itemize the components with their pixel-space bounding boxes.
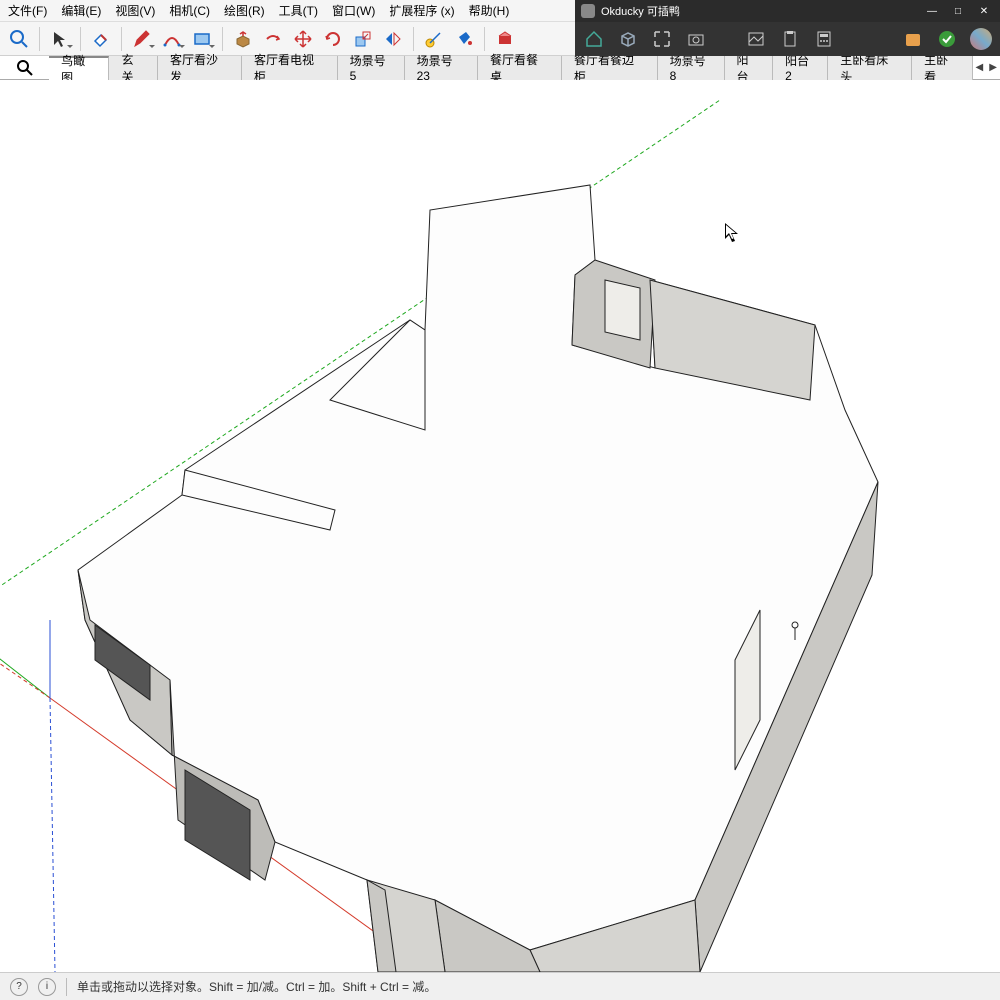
scene-tab[interactable]: 场景号5: [338, 56, 405, 80]
ext-verified-icon[interactable]: [936, 28, 958, 50]
flip-tool-icon[interactable]: [380, 26, 406, 52]
ext-image-icon[interactable]: [745, 28, 767, 50]
status-bar: ? i 单击或拖动以选择对象。Shift = 加/减。Ctrl = 加。Shif…: [0, 972, 1000, 1000]
okducky-logo-icon: [581, 4, 595, 18]
status-text: 单击或拖动以选择对象。Shift = 加/减。Ctrl = 加。Shift + …: [77, 978, 436, 995]
menu-tools[interactable]: 工具(T): [279, 2, 318, 19]
menu-file[interactable]: 文件(F): [8, 2, 47, 19]
push-pull-tool-icon[interactable]: [230, 26, 256, 52]
follow-me-tool-icon[interactable]: [260, 26, 286, 52]
scene-tab[interactable]: 场景号8: [658, 56, 725, 80]
scene-tab[interactable]: 阳台: [725, 56, 774, 80]
status-help-icon[interactable]: ?: [10, 978, 28, 996]
status-info-icon[interactable]: i: [38, 978, 56, 996]
zoom-icon[interactable]: [6, 26, 32, 52]
maximize-button[interactable]: □: [948, 4, 968, 18]
scene-tab[interactable]: 客厅看电视柜: [242, 56, 338, 80]
ext-calculator-icon[interactable]: [813, 28, 835, 50]
move-tool-icon[interactable]: [290, 26, 316, 52]
scene-next-icon[interactable]: ▶: [986, 57, 1000, 79]
extension-titlebar: Okducky 可插鸭 — □ ✕: [575, 0, 1000, 22]
axis-blue-dash: [50, 698, 55, 972]
menu-camera[interactable]: 相机(C): [169, 2, 210, 19]
menu-view[interactable]: 视图(V): [115, 2, 155, 19]
scene-tab[interactable]: 鸟瞰图: [49, 56, 109, 80]
building-model[interactable]: [78, 185, 878, 972]
close-button[interactable]: ✕: [974, 4, 994, 18]
rectangle-tool-icon[interactable]: [189, 26, 215, 52]
user-avatar[interactable]: [970, 28, 992, 50]
extension-title: Okducky 可插鸭: [601, 3, 680, 19]
scale-tool-icon[interactable]: [350, 26, 376, 52]
scene-prev-icon[interactable]: ◀: [973, 57, 987, 79]
viewport-3d[interactable]: [0, 80, 1000, 972]
eraser-tool-icon[interactable]: [88, 26, 114, 52]
ext-camera-icon[interactable]: [685, 28, 707, 50]
scene-tab[interactable]: 主卧看床头: [828, 56, 912, 80]
paint-bucket-tool-icon[interactable]: [451, 26, 477, 52]
section-plane-tool-icon[interactable]: [492, 26, 518, 52]
rotate-tool-icon[interactable]: [320, 26, 346, 52]
ext-cube-icon[interactable]: [617, 28, 639, 50]
axis-green-solid: [0, 620, 50, 698]
menu-window[interactable]: 窗口(W): [332, 2, 375, 19]
menu-draw[interactable]: 绘图(R): [224, 2, 265, 19]
menu-edit[interactable]: 编辑(E): [61, 2, 101, 19]
scene-tab[interactable]: 客厅看沙发: [158, 56, 242, 80]
ext-calendar-icon[interactable]: [902, 28, 924, 50]
scene-tab[interactable]: 阳台2: [773, 56, 828, 80]
ext-home-icon[interactable]: [583, 28, 605, 50]
extension-toolbar: [575, 22, 1000, 56]
scene-tab[interactable]: 场景号23: [405, 56, 478, 80]
menu-extensions[interactable]: 扩展程序 (x): [389, 2, 454, 19]
pencil-tool-icon[interactable]: [129, 26, 155, 52]
select-tool-icon[interactable]: [47, 26, 73, 52]
minimize-button[interactable]: —: [922, 4, 942, 18]
menu-help[interactable]: 帮助(H): [469, 2, 510, 19]
scene-tab[interactable]: 餐厅看餐边柜: [562, 56, 658, 80]
ext-expand-icon[interactable]: [651, 28, 673, 50]
tape-measure-tool-icon[interactable]: [421, 26, 447, 52]
axis-red-dash: [0, 650, 50, 698]
scene-tab[interactable]: 玄关: [109, 56, 158, 80]
arc-tool-icon[interactable]: [159, 26, 185, 52]
scene-tabs-bar: 鸟瞰图 玄关 客厅看沙发 客厅看电视柜 场景号5 场景号23 餐厅看餐桌 餐厅看…: [0, 56, 1000, 80]
ext-clipboard-icon[interactable]: [779, 28, 801, 50]
scene-tab[interactable]: 餐厅看餐桌: [478, 56, 562, 80]
scene-search-icon[interactable]: [0, 59, 49, 77]
scene-tab[interactable]: 主卧看: [912, 56, 972, 80]
